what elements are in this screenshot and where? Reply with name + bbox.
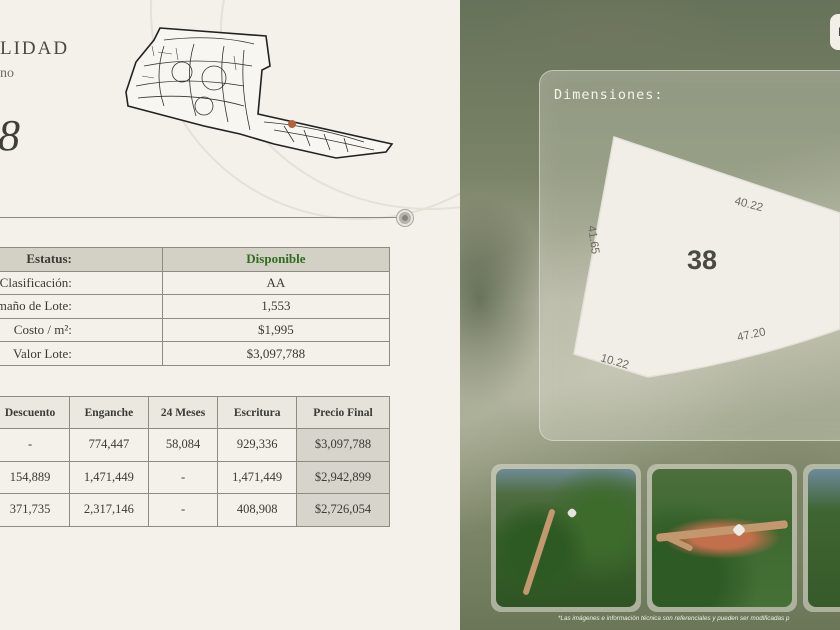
info-value: $1,995 [161,317,391,343]
lot-info-panel: LIDAD no 8 Estatus: Disponible Clasifica… [0,0,460,630]
development-title: LIDAD [0,38,70,59]
info-label: amaño de Lote: [0,294,163,319]
top-right-button[interactable]: P [830,14,840,50]
table-cell: 371,735 [0,493,71,527]
table-cell: 2,317,146 [69,493,149,527]
table-row: amaño de Lote: 1,553 [0,294,391,319]
table-cell: - [147,460,219,495]
info-label: Valor Lote: [0,341,163,366]
master-plan-map[interactable] [124,26,404,161]
aerial-background-panel: P Dimensiones: 38 40.22 41.65 47.20 10.2… [460,0,840,630]
column-header: Escritura [217,396,297,429]
table-cell: - [0,428,71,462]
table-cell: 1,471,449 [217,460,297,495]
table-cell: 154,889 [0,460,71,495]
info-label: Estatus: [0,247,163,272]
table-cell: 1,471,449 [69,460,149,495]
photo-icon [652,469,792,607]
payment-plan-table: Descuento Enganche 24 Meses Escritura Pr… [0,396,391,527]
slider-track [0,217,400,218]
table-row: Clasificación: AA [0,270,391,296]
table-cell: 408,908 [217,493,297,527]
status-value: Disponible [161,247,391,272]
lot-info-table: Estatus: Disponible Clasificación: AA am… [0,247,391,366]
final-price-cell: $2,726,054 [295,493,391,527]
table-row: Costo / m²: $1,995 [0,317,391,343]
lot-shape-diagram: 38 40.22 41.65 47.20 10.22 [573,136,840,378]
table-row: Valor Lote: $3,097,788 [0,341,391,366]
lot-number: 8 [0,111,20,160]
column-header: Enganche [69,396,149,429]
photo-icon [808,469,840,607]
table-cell: 58,084 [147,428,219,462]
column-header: Precio Final [295,396,391,429]
table-cell: - [147,493,219,527]
photo-icon [496,469,636,607]
table-row: Estatus: Disponible [0,247,391,272]
aerial-photo-thumbnail-3[interactable] [803,464,840,612]
final-price-cell: $2,942,899 [295,460,391,495]
info-label: Costo / m²: [0,317,163,343]
info-value: AA [161,270,391,296]
table-cell: 929,336 [217,428,297,462]
info-label: Clasificación: [0,270,163,296]
column-header: 24 Meses [147,396,219,429]
lot-label: 38 [687,245,717,275]
development-subtitle: no [0,66,14,81]
disclaimer-text: *Las imágenes e información técnica son … [558,615,790,622]
table-row: - 774,447 58,084 929,336 $3,097,788 [0,428,391,462]
lot-marker-icon [288,120,296,128]
column-header: Descuento [0,396,71,429]
aerial-photo-thumbnail-2[interactable] [647,464,797,612]
final-price-cell: $3,097,788 [295,428,391,462]
side-label: 41.65 [585,225,601,255]
info-value: 1,553 [161,294,391,319]
aerial-photo-thumbnail-1[interactable] [491,464,641,612]
table-header-row: Descuento Enganche 24 Meses Escritura Pr… [0,396,391,429]
dimensions-card: Dimensiones: 38 40.22 41.65 47.20 10.22 [539,70,840,441]
table-row: 371,735 2,317,146 - 408,908 $2,726,054 [0,493,391,527]
slider-knob[interactable] [397,210,413,226]
table-row: 154,889 1,471,449 - 1,471,449 $2,942,899 [0,460,391,495]
table-cell: 774,447 [69,428,149,462]
info-value: $3,097,788 [161,341,391,366]
